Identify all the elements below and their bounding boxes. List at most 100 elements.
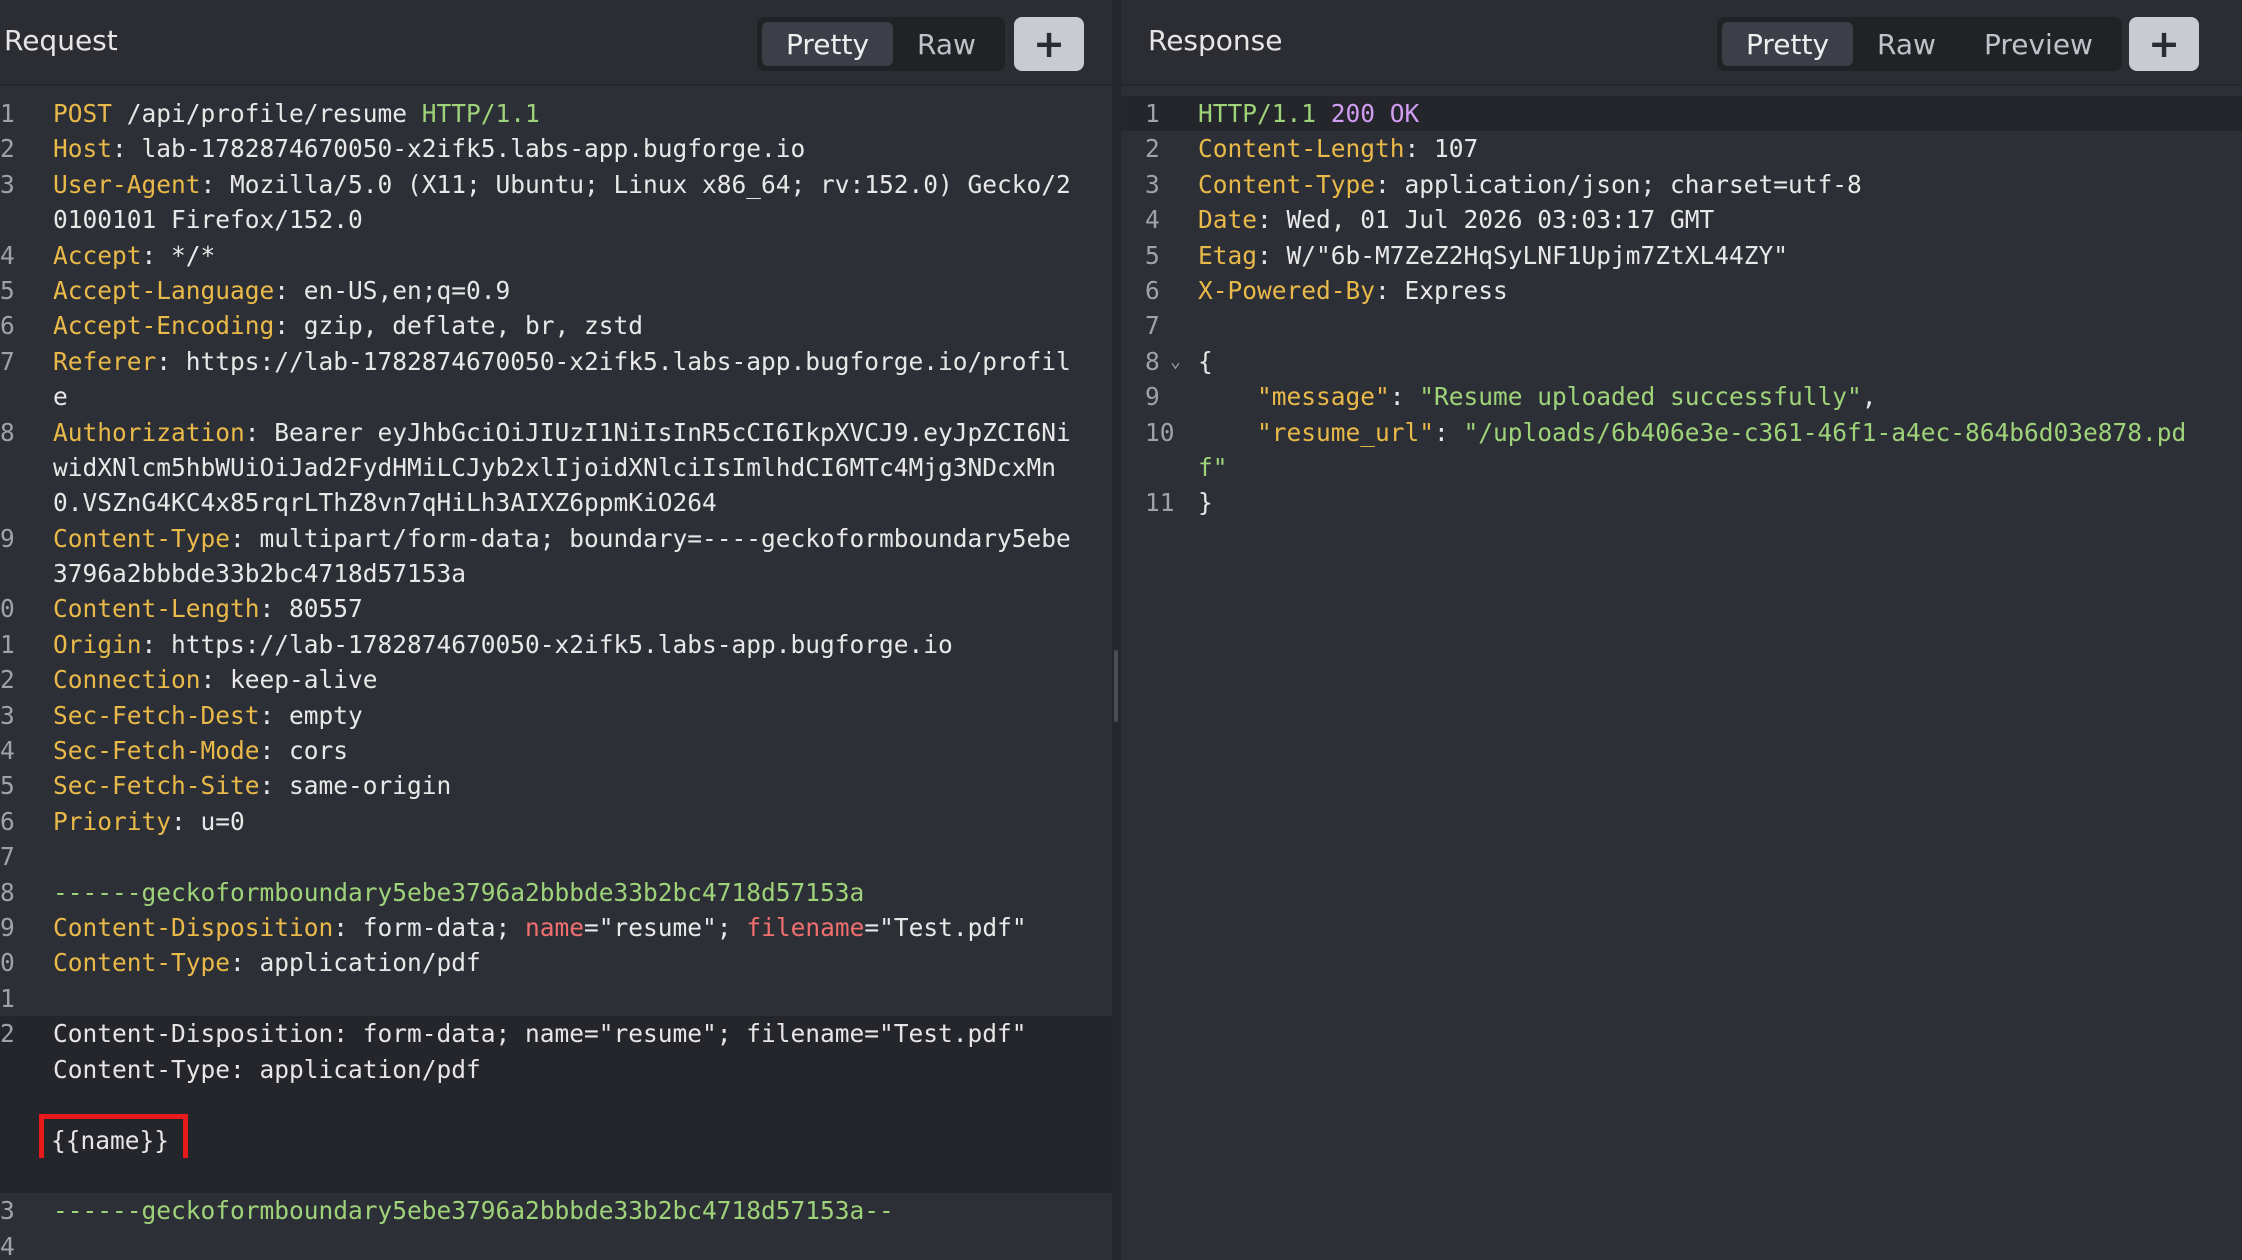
line-content: Content-Type: application/pdf	[53, 945, 481, 980]
request-tab-raw[interactable]: Raw	[893, 22, 1000, 66]
request-code-line[interactable]: 4	[0, 1229, 1112, 1260]
response-title: Response	[1148, 24, 1283, 57]
line-content: Etag: W/"6b-M7ZeZ2HqSyLNF1Upjm7ZtXL44ZY"	[1198, 238, 1788, 273]
line-content: Priority: u=0	[53, 804, 245, 839]
header-name: Sec-Fetch-Dest	[53, 700, 260, 730]
header-value: : 80557	[259, 594, 363, 624]
http-version: HTTP/1.1	[1198, 99, 1317, 128]
header-value: : empty	[259, 700, 363, 730]
line-content: Content-Disposition: form-data; name="re…	[53, 910, 1027, 945]
line-number: 7	[1145, 311, 1160, 341]
response-code-line[interactable]: 2 Content-Length: 107	[1121, 131, 2242, 166]
response-code-line[interactable]: 11}	[1121, 485, 2242, 520]
line-number: 5	[0, 771, 15, 801]
request-code-line[interactable]: 9 Content-Type: multipart/form-data; boun…	[0, 521, 1112, 556]
response-code-line[interactable]: 1 HTTP/1.1 200 OK	[1121, 96, 2242, 132]
request-tab-pretty[interactable]: Pretty	[762, 22, 894, 66]
request-code-line[interactable]: 4 Accept: */*	[0, 238, 1112, 273]
line-content: Date: Wed, 01 Jul 2026 03:03:17 GMT	[1198, 202, 1714, 237]
response-code-line[interactable]: 4 Date: Wed, 01 Jul 2026 03:03:17 GMT	[1121, 202, 2242, 237]
plain-text: {	[1198, 346, 1213, 376]
request-code-line[interactable]: 1	[0, 981, 1112, 1016]
request-code-line[interactable]: 4 Sec-Fetch-Mode: cors	[0, 733, 1112, 768]
line-content: Accept: */*	[53, 238, 215, 273]
response-code-line[interactable]: 7	[1121, 308, 2242, 343]
line-content: Host: lab-1782874670050-x2ifk5.labs-app.…	[53, 131, 805, 166]
request-code-line[interactable]: 0.VSZnG4KC4x85rqrLThZ8vn7qHiLh3AIXZ6ppmK…	[0, 485, 1112, 520]
header-value: : Express	[1375, 275, 1508, 305]
fold-chevron-icon[interactable]: ⌄	[1170, 344, 1181, 379]
disposition-attr-value: ="resume";	[584, 912, 747, 942]
request-code-line[interactable]: 8 ------geckoformboundary5ebe3796a2bbbde3…	[0, 875, 1112, 910]
request-code-line[interactable]: 6 Accept-Encoding: gzip, deflate, br, zst…	[0, 308, 1112, 343]
json-value: "/uploads/6b406e3e-c361-46f1-a4ec-864b6d…	[1463, 417, 2187, 447]
request-code-line[interactable]: 0 Content-Type: application/pdf	[0, 945, 1112, 980]
request-code-line[interactable]: 2 Content-Disposition: form-data; name="r…	[0, 1016, 1112, 1052]
request-code-line[interactable]: 5 Sec-Fetch-Site: same-origin	[0, 768, 1112, 803]
request-code-line[interactable]: 7	[0, 839, 1112, 874]
line-content: "resume_url": "/uploads/6b406e3e-c361-46…	[1198, 415, 2186, 450]
request-code-line[interactable]: 3796a2bbbde33b2bc4718d57153a	[0, 556, 1112, 591]
request-code-line[interactable]: 9 Content-Disposition: form-data; name="r…	[0, 910, 1112, 945]
response-tab-pretty[interactable]: Pretty	[1722, 22, 1854, 66]
response-tab-raw[interactable]: Raw	[1853, 22, 1960, 66]
response-code-line[interactable]: 3 Content-Type: application/json; charset…	[1121, 167, 2242, 202]
line-number: 2	[0, 1019, 15, 1049]
request-code-line[interactable]: 3 User-Agent: Mozilla/5.0 (X11; Ubuntu; L…	[0, 167, 1112, 202]
request-code-line[interactable]: widXNlcm5hbWUiOiJad2FydHMiLCJyb2xlIjoidX…	[0, 450, 1112, 485]
request-editor[interactable]: 1 POST /api/profile/resume HTTP/1.1 2 Host:…	[0, 96, 1112, 1260]
response-code-line[interactable]: 5 Etag: W/"6b-M7ZeZ2HqSyLNF1Upjm7ZtXL44ZY…	[1121, 238, 2242, 273]
header-name: Content-Type	[53, 948, 231, 978]
request-code-line[interactable]: 7 Referer: https://lab-1782874670050-x2if…	[0, 344, 1112, 379]
request-code-line[interactable]: 2 Connection: keep-alive	[0, 662, 1112, 697]
request-code-line[interactable]: 5 Accept-Language: en-US,en;q=0.9	[0, 273, 1112, 308]
header-name: Etag	[1198, 240, 1258, 270]
request-code-line[interactable]: 8 Authorization: Bearer eyJhbGciOiJIUzI1N…	[0, 415, 1112, 450]
request-code-line[interactable]: Content-Type: application/pdf	[0, 1051, 1112, 1087]
line-content: Content-Length: 107	[1198, 131, 1478, 166]
request-view-toggle: Pretty Raw	[757, 17, 1005, 71]
pane-divider[interactable]	[1112, 0, 1121, 1260]
response-editor[interactable]: 1 HTTP/1.1 200 OK 2 Content-Length: 107 3 Con…	[1121, 96, 2242, 521]
header-name: Content-Length	[1198, 134, 1405, 164]
response-code-line[interactable]: 10 "resume_url": "/uploads/6b406e3e-c361…	[1121, 415, 2242, 450]
request-code-line[interactable]: 6 Priority: u=0	[0, 804, 1112, 839]
request-add-button[interactable]: +	[1014, 17, 1084, 71]
request-pane: Request Pretty Raw + 1 POST /api/profile/…	[0, 0, 1112, 1260]
request-code-line[interactable]: 0 Content-Length: 80557	[0, 591, 1112, 626]
response-code-line[interactable]: 9 "message": "Resume uploaded successful…	[1121, 379, 2242, 414]
response-code-line[interactable]: 6 X-Powered-By: Express	[1121, 273, 2242, 308]
line-content: "message": "Resume uploaded successfully…	[1198, 379, 1877, 414]
request-code-line[interactable]: 1 POST /api/profile/resume HTTP/1.1	[0, 96, 1112, 131]
request-code-line[interactable]: 3 ------geckoformboundary5ebe3796a2bbbde3…	[0, 1193, 1112, 1228]
response-add-button[interactable]: +	[2129, 17, 2199, 71]
header-value: : Wed, 01 Jul 2026 03:03:17 GMT	[1257, 205, 1715, 235]
request-code-line[interactable]: {{name}}	[0, 1114, 1112, 1171]
request-title: Request	[4, 24, 118, 57]
line-content: Accept-Encoding: gzip, deflate, br, zstd	[53, 308, 643, 343]
header-value: : https://lab-1782874670050-x2ifk5.labs-…	[156, 346, 1071, 376]
header-name: Sec-Fetch-Mode	[53, 736, 260, 766]
line-number: 4	[0, 1231, 15, 1260]
request-code-line[interactable]: 0100101 Firefox/152.0	[0, 202, 1112, 237]
header-value: : keep-alive	[200, 665, 378, 695]
line-number: 7	[0, 842, 15, 872]
http-method: POST	[53, 99, 113, 128]
line-content: 3796a2bbbde33b2bc4718d57153a	[53, 556, 466, 591]
header-value: : cors	[259, 736, 349, 766]
line-number: 0	[0, 948, 15, 978]
request-code-line[interactable]: e	[0, 379, 1112, 414]
response-code-line[interactable]: f"	[1121, 450, 2242, 485]
response-tab-preview[interactable]: Preview	[1960, 22, 2117, 66]
request-code-line[interactable]: 1 Origin: https://lab-1782874670050-x2ifk…	[0, 627, 1112, 662]
request-code-line[interactable]	[0, 1157, 1112, 1194]
header-name: X-Powered-By	[1198, 275, 1376, 305]
line-number: 1	[0, 629, 15, 659]
request-code-line[interactable]: 3 Sec-Fetch-Dest: empty	[0, 698, 1112, 733]
request-code-line[interactable]: 2 Host: lab-1782874670050-x2ifk5.labs-app…	[0, 131, 1112, 166]
divider-grip-handle[interactable]	[1114, 650, 1118, 722]
line-content: HTTP/1.1 200 OK	[1198, 96, 1419, 131]
multipart-boundary: ------geckoformboundary5ebe3796a2bbbde33…	[53, 877, 865, 907]
response-code-line[interactable]: 8 ⌄ {	[1121, 344, 2242, 379]
line-content: POST /api/profile/resume HTTP/1.1	[53, 96, 540, 131]
